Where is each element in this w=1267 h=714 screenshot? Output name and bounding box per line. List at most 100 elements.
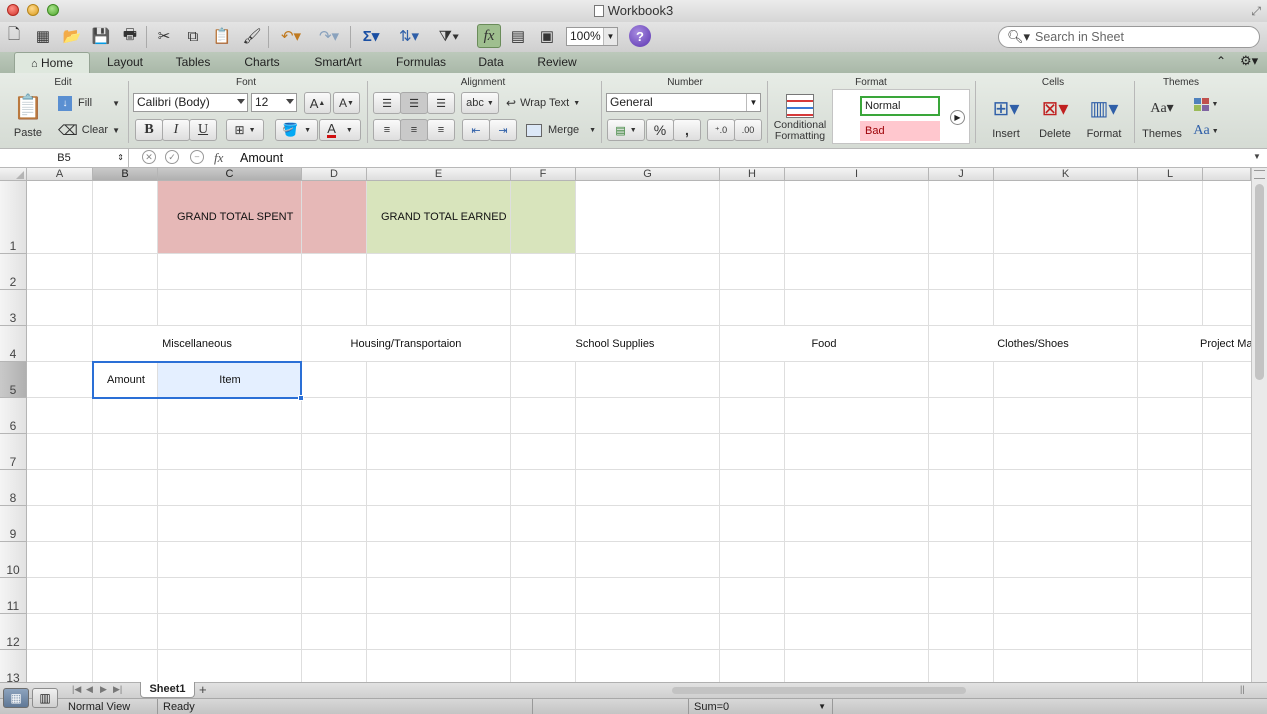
increase-font-button[interactable]: A ▲ (304, 92, 331, 114)
row-header-1[interactable]: 1 (0, 181, 27, 254)
sheet-tab-sheet1[interactable]: Sheet1 (140, 682, 195, 698)
name-box[interactable]: B5 ⇕ (0, 149, 129, 167)
row-header-4[interactable]: 4 (0, 326, 27, 362)
new-workbook-icon[interactable]: 🗋 (2, 24, 26, 48)
fill-color-button[interactable]: 🪣 ▼ (275, 119, 318, 141)
column-header-i[interactable]: I (785, 168, 929, 181)
style-bad[interactable]: Bad (860, 121, 940, 141)
vertical-scrollbar[interactable] (1251, 168, 1267, 682)
currency-button[interactable]: ▤ ▼ (607, 119, 645, 141)
column-header-j[interactable]: J (929, 168, 994, 181)
format-painter-icon[interactable]: 🖌 (240, 24, 264, 48)
print-icon[interactable]: 🖶 (118, 24, 142, 48)
row-header-13[interactable]: 13 (0, 650, 27, 682)
themes-button[interactable]: AAaa▾ Themes (1138, 91, 1186, 143)
column-header-b[interactable]: B (93, 168, 158, 181)
decrease-indent-button[interactable]: ⇤ (462, 119, 490, 141)
align-left-button[interactable]: ≡ (373, 119, 401, 141)
percent-button[interactable]: % (646, 119, 674, 141)
tab-charts[interactable]: Charts (230, 52, 294, 73)
font-size-select[interactable]: 12 (251, 93, 297, 112)
column-header-d[interactable]: D (302, 168, 367, 181)
cell-b4-miscellaneous[interactable]: Miscellaneous (93, 326, 301, 361)
align-middle-button[interactable]: ☰ (400, 92, 428, 114)
format-cells-button[interactable]: ▥▾ Format (1080, 91, 1128, 143)
worksheet-grid[interactable]: A B C D E F G H I J K L 1 2 3 4 5 6 7 8 … (0, 168, 1251, 682)
cell-c1-grand-total-spent[interactable]: GRAND TOTAL SPENT (158, 181, 367, 253)
normal-view-button[interactable]: ▦ (3, 688, 29, 708)
decrease-font-button[interactable]: A ▼ (333, 92, 360, 114)
horizontal-scrollbar[interactable] (666, 684, 1242, 697)
formula-builder-icon[interactable]: fx (477, 24, 501, 48)
add-sheet-icon[interactable]: + (199, 682, 207, 697)
row-header-10[interactable]: 10 (0, 542, 27, 578)
tab-home[interactable]: ⌂ Home (14, 52, 90, 73)
decrease-decimal-button[interactable]: .00 (734, 119, 762, 141)
vertical-scroll-thumb[interactable] (1255, 184, 1264, 380)
tab-tables[interactable]: Tables (160, 52, 226, 73)
row-header-7[interactable]: 7 (0, 434, 27, 470)
row-header-12[interactable]: 12 (0, 614, 27, 650)
paste-button[interactable]: 📋 Paste (6, 91, 50, 143)
row-header-6[interactable]: 6 (0, 398, 27, 434)
fill-handle[interactable] (298, 395, 304, 401)
column-header-h[interactable]: H (720, 168, 785, 181)
confirm-entry-icon[interactable]: ✓ (165, 150, 179, 164)
font-name-select[interactable]: Calibri (Body) (133, 93, 248, 112)
increase-indent-button[interactable]: ⇥ (489, 119, 517, 141)
styles-next-icon[interactable]: ▶ (950, 110, 965, 125)
hsplit-handle[interactable]: || (1240, 684, 1245, 694)
column-header-c[interactable]: C (158, 168, 302, 181)
cell-e1-grand-total-earned[interactable]: GRAND TOTAL EARNED (367, 181, 576, 253)
horizontal-scroll-thumb[interactable] (672, 687, 966, 694)
column-header-a[interactable]: A (27, 168, 93, 181)
column-header-m[interactable] (1203, 168, 1251, 181)
gallery-icon[interactable]: ▦ (31, 24, 55, 48)
ribbon-settings-icon[interactable]: ⚙︎▾ (1240, 53, 1258, 69)
clear-button[interactable]: ⌫ Clear ▼ (58, 120, 120, 140)
style-normal[interactable]: Normal (860, 96, 940, 116)
first-sheet-icon[interactable]: |◀ (72, 684, 81, 695)
row-header-5[interactable]: 5 (0, 362, 27, 398)
cell-d4-housing[interactable]: Housing/Transportaion (302, 326, 510, 361)
last-sheet-icon[interactable]: ▶| (113, 684, 122, 695)
toolbox-icon[interactable]: ▤ (506, 24, 530, 48)
column-header-l[interactable]: L (1138, 168, 1203, 181)
formula-input[interactable]: Amount (240, 151, 283, 165)
cell-j4-clothes-shoes[interactable]: Clothes/Shoes (929, 326, 1137, 361)
tab-formulas[interactable]: Formulas (385, 52, 457, 73)
conditional-formatting-button[interactable]: Conditional Formatting (770, 91, 830, 145)
row-header-2[interactable]: 2 (0, 254, 27, 290)
row-header-11[interactable]: 11 (0, 578, 27, 614)
redo-icon[interactable]: ↷▾ (312, 24, 346, 48)
column-header-f[interactable]: F (511, 168, 576, 181)
column-header-g[interactable]: G (576, 168, 720, 181)
tab-layout[interactable]: Layout (94, 52, 156, 73)
cut-icon[interactable]: ✂ (152, 24, 176, 48)
sort-icon[interactable]: ⇅▾ (392, 24, 426, 48)
prev-sheet-icon[interactable]: ◀ (86, 684, 93, 695)
media-browser-icon[interactable]: ▣ (535, 24, 559, 48)
font-color-button[interactable]: A ▼ (319, 119, 361, 141)
tab-review[interactable]: Review (526, 52, 588, 73)
column-header-k[interactable]: K (994, 168, 1138, 181)
sum-select[interactable]: Sum=0 ▼ (692, 700, 828, 714)
column-header-e[interactable]: E (367, 168, 511, 181)
copy-icon[interactable]: ⧉ (181, 24, 205, 48)
increase-decimal-button[interactable]: ⁺.0 (707, 119, 735, 141)
row-header-3[interactable]: 3 (0, 290, 27, 326)
collapse-ribbon-icon[interactable]: ⌃ (1216, 54, 1226, 68)
close-window-button[interactable] (7, 4, 19, 16)
comma-button[interactable]: , (673, 119, 701, 141)
minimize-window-button[interactable] (27, 4, 39, 16)
delete-button[interactable]: ⊠▾ Delete (1031, 91, 1079, 143)
fullscreen-icon[interactable]: ⤢ (1251, 1, 1261, 22)
page-layout-view-button[interactable]: ▥ (32, 688, 58, 708)
undo-icon[interactable]: ↶▾ (274, 24, 308, 48)
row-header-9[interactable]: 9 (0, 506, 27, 542)
theme-colors-button[interactable]: ▼ (1190, 93, 1222, 115)
zoom-window-button[interactable] (47, 4, 59, 16)
cell-h4-food[interactable]: Food (720, 326, 928, 361)
split-handle[interactable] (1254, 170, 1265, 179)
insert-button[interactable]: ⊞▾ Insert (982, 91, 1030, 143)
